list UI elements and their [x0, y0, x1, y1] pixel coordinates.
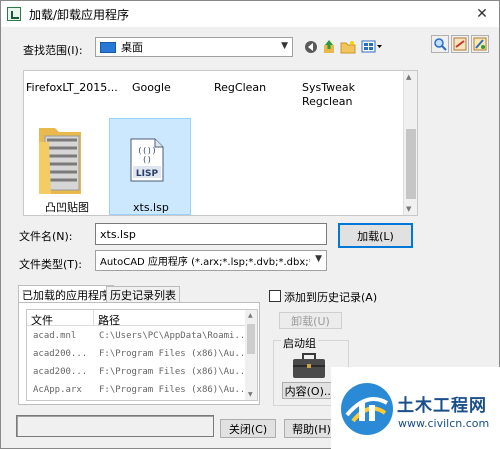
table-row-file[interactable]: acad200...: [33, 349, 91, 359]
add-to-history-checkbox[interactable]: [269, 290, 281, 302]
table-row-file[interactable]: acad200...: [33, 367, 91, 377]
startup-group-label: 启动组: [281, 335, 318, 351]
table-row-path[interactable]: F:\Program Files (x86)\Au...: [99, 367, 243, 377]
scroll-down-icon[interactable]: ▼: [248, 391, 253, 398]
autocad-app-icon: [7, 7, 21, 21]
contents-button[interactable]: 内容(O)...: [282, 382, 337, 399]
title-bar: 加载/卸载应用程序 ✕: [1, 1, 499, 27]
tab-history-list[interactable]: 历史记录列表: [106, 286, 180, 303]
search-web-icon[interactable]: [451, 35, 469, 53]
svg-text:(()): (()): [137, 146, 156, 155]
file-item-systweak[interactable]: SysTweak Regclean: [302, 81, 355, 109]
views-menu-icon[interactable]: [360, 38, 384, 56]
table-row-file[interactable]: AcApp.arx: [33, 385, 91, 395]
find-icon[interactable]: [431, 35, 449, 53]
watermark-url: www.civilcn.com: [398, 417, 490, 430]
loaded-applications-panel: 文件 路径 acad.mnl C:\Users\PC\AppData\Roami…: [18, 302, 260, 405]
column-divider: [93, 310, 94, 326]
status-message-box: [16, 415, 214, 437]
scroll-down-icon[interactable]: ▼: [406, 205, 411, 213]
new-folder-icon[interactable]: [339, 38, 357, 56]
watermark: 土木工程网 www.civilcn.com: [331, 367, 500, 449]
briefcase-icon: [292, 353, 326, 379]
column-header-file[interactable]: 文件: [31, 312, 53, 328]
add-to-history-label: 添加到历史记录(A): [284, 291, 378, 304]
table-scrollbar[interactable]: ▲ ▼: [245, 310, 257, 400]
lookin-value: 桌面: [121, 41, 143, 54]
civilcn-logo-icon: [339, 381, 395, 437]
loaded-applications-table[interactable]: 文件 路径 acad.mnl C:\Users\PC\AppData\Roami…: [26, 309, 258, 401]
filename-label: 文件名(N):: [19, 230, 73, 243]
svg-text:(): (): [142, 155, 152, 164]
file-label-folder: 凸凹贴图: [45, 201, 89, 214]
load-unload-applications-dialog: 加载/卸载应用程序 ✕ 查找范围(I): 桌面 ▼ FirefoxLT_2015…: [0, 0, 500, 449]
close-window-icon[interactable]: ✕: [473, 5, 491, 23]
close-button[interactable]: 关闭(C): [220, 419, 276, 438]
filename-input[interactable]: xts.lsp: [95, 223, 327, 245]
file-item-regclean[interactable]: RegClean: [214, 81, 266, 95]
file-label-xts-lsp: xts.lsp: [133, 201, 169, 214]
filetype-value: AutoCAD 应用程序 (*.arx;*.lsp;*.dvb;*.dbx;*.…: [100, 257, 310, 268]
filetype-combo[interactable]: AutoCAD 应用程序 (*.arx;*.lsp;*.dvb;*.dbx;*.…: [95, 250, 327, 271]
file-item-firefoxlt[interactable]: FirefoxLT_2015...: [26, 81, 118, 95]
window-title: 加载/卸载应用程序: [29, 7, 130, 22]
folder-icon[interactable]: [37, 122, 83, 196]
lookin-combo[interactable]: 桌面 ▼: [95, 37, 293, 57]
lisp-file-icon: (()) () LISP: [129, 138, 165, 182]
filetype-label: 文件类型(T):: [19, 258, 83, 271]
table-header: 文件 路径: [27, 310, 245, 328]
scroll-up-icon[interactable]: ▲: [406, 73, 411, 81]
column-header-path[interactable]: 路径: [98, 312, 120, 328]
tools-icon[interactable]: [471, 35, 489, 53]
unload-button[interactable]: 卸载(U): [279, 312, 342, 329]
scroll-thumb[interactable]: [247, 324, 255, 354]
back-icon[interactable]: [302, 38, 320, 56]
file-list-scrollbar[interactable]: ▲ ▼: [403, 71, 417, 215]
scroll-thumb[interactable]: [406, 129, 416, 199]
lookin-label: 查找范围(I):: [23, 44, 83, 57]
up-folder-icon[interactable]: [320, 38, 338, 56]
table-row-path[interactable]: F:\Program Files (x86)\Au...: [99, 385, 243, 395]
table-row-file[interactable]: acad.mnl: [33, 331, 91, 341]
watermark-brand: 土木工程网: [397, 396, 487, 416]
table-row-path[interactable]: F:\Program Files (x86)\Au...: [99, 349, 243, 359]
scroll-up-icon[interactable]: ▲: [248, 312, 253, 319]
tab-loaded-applications[interactable]: 已加载的应用程序: [18, 285, 114, 303]
svg-text:LISP: LISP: [136, 169, 159, 179]
chevron-down-icon: ▼: [281, 41, 288, 51]
chevron-down-icon: ▼: [315, 254, 322, 264]
load-button[interactable]: 加载(L): [338, 223, 413, 248]
table-row-path[interactable]: C:\Users\PC\AppData\Roami...: [99, 331, 243, 341]
file-item-google[interactable]: Google: [132, 81, 171, 95]
desktop-icon: [100, 41, 116, 53]
